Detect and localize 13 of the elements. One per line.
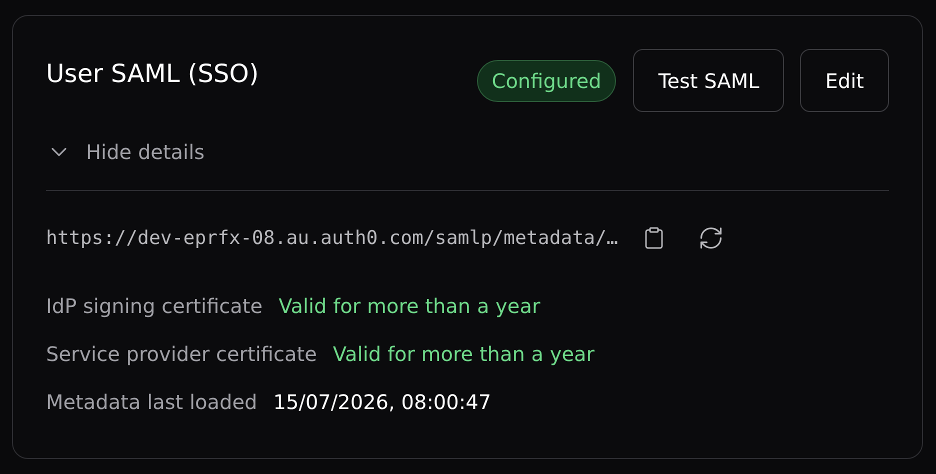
card-title: User SAML (SSO): [46, 58, 259, 90]
refresh-icon[interactable]: [698, 225, 724, 252]
metadata-url: https://dev-eprfx-08.au.auth0.com/samlp/metadata/…: [46, 226, 618, 251]
field-value: Valid for more than a year: [278, 292, 540, 320]
field-value: 15/07/2026, 08:00:47: [273, 388, 492, 416]
status-badge: Configured: [476, 60, 616, 102]
field-label: Metadata last loaded: [46, 388, 258, 416]
field-label: IdP signing certificate: [46, 292, 263, 320]
edit-button[interactable]: Edit: [800, 49, 889, 112]
field-value: Valid for more than a year: [332, 340, 595, 368]
field-label: Service provider certificate: [46, 340, 317, 368]
test-button[interactable]: Test SAML: [633, 49, 784, 112]
details-toggle[interactable]: Hide details: [46, 136, 205, 168]
